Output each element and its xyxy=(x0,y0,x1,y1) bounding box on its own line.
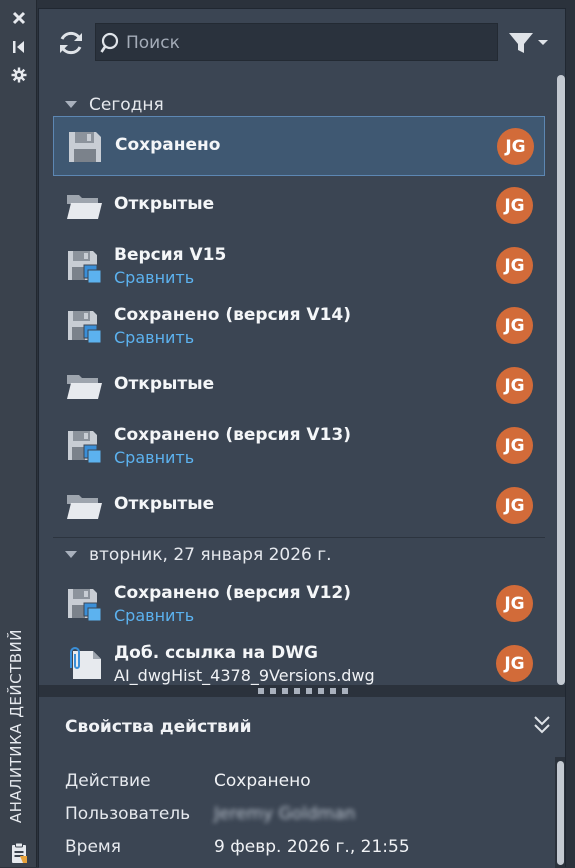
item-title: Версия V15 xyxy=(114,245,227,265)
avatar[interactable]: JG xyxy=(496,187,533,224)
item-title: Доб. ссылка на DWG xyxy=(114,643,318,663)
list-item[interactable]: Доб. ссылка на DWG AI_dwgHist_4378_9Vers… xyxy=(53,634,545,685)
folder-open-icon xyxy=(67,195,102,219)
group-label: Сегодня xyxy=(89,95,164,115)
property-label-action: Действие xyxy=(65,771,151,791)
avatar[interactable]: JG xyxy=(496,307,533,344)
search-box[interactable] xyxy=(95,23,498,61)
list-item[interactable]: Версия V15 Сравнить JG xyxy=(53,236,545,296)
palette-side-strip: АНАЛИТИКА ДЕЙСТВИЙ xyxy=(0,0,37,867)
item-title: Открытые xyxy=(114,374,215,394)
panel-splitter[interactable] xyxy=(39,685,565,697)
avatar[interactable]: JG xyxy=(496,645,533,682)
activity-list: Сегодня Сохранено JG Открытые JG Версия … xyxy=(39,75,557,685)
list-item[interactable]: Сохранено (версия V12) Сравнить JG xyxy=(53,574,545,634)
save-icon xyxy=(69,132,101,162)
item-title: Сохранено (версия V14) xyxy=(114,305,352,325)
compare-link[interactable]: Сравнить xyxy=(114,328,194,347)
search-input[interactable] xyxy=(124,28,488,58)
activity-insights-panel: Сегодня Сохранено JG Открытые JG xyxy=(38,8,566,868)
item-title: Сохранено (версия V12) xyxy=(114,583,352,603)
attach-dwg-icon xyxy=(70,647,101,679)
list-item[interactable]: Открытые JG xyxy=(53,356,545,416)
filter-icon[interactable] xyxy=(507,31,551,55)
search-icon xyxy=(100,32,119,53)
list-item[interactable]: Открытые JG xyxy=(53,476,545,536)
refresh-icon[interactable] xyxy=(56,28,86,58)
list-item[interactable]: Сохранено (версия V14) Сравнить JG xyxy=(53,296,545,356)
avatar[interactable]: JG xyxy=(496,487,533,524)
collapse-icon[interactable] xyxy=(10,38,28,56)
group-separator xyxy=(53,537,545,538)
item-title: Сохранено xyxy=(115,135,221,155)
list-item[interactable]: Открытые JG xyxy=(53,176,545,236)
property-value-user: Jeremy Goldman xyxy=(214,804,356,824)
item-title: Открытые xyxy=(114,194,215,214)
folder-open-icon xyxy=(67,375,102,399)
folder-open-icon xyxy=(67,495,102,519)
property-value-time: 9 февр. 2026 г., 21:55 xyxy=(214,837,410,857)
grip-icon[interactable] xyxy=(258,688,348,694)
list-item[interactable]: Сохранено JG xyxy=(53,116,545,176)
save-version-icon xyxy=(68,251,102,284)
compare-link[interactable]: Сравнить xyxy=(114,448,194,467)
palette-title: АНАЛИТИКА ДЕЙСТВИЙ xyxy=(7,628,25,823)
avatar[interactable]: JG xyxy=(496,367,533,404)
property-label-time: Время xyxy=(65,837,121,857)
avatar[interactable]: JG xyxy=(496,427,533,464)
item-title: Сохранено (версия V13) xyxy=(114,425,352,445)
avatar[interactable]: JG xyxy=(497,128,534,165)
chevron-down-icon[interactable] xyxy=(65,101,77,109)
properties-body: Действие Сохранено Пользователь Jeremy G… xyxy=(39,757,565,868)
property-label-user: Пользователь xyxy=(65,804,191,824)
clipboard-icon[interactable] xyxy=(10,842,28,864)
item-file-name: AI_dwgHist_4378_9Versions.dwg xyxy=(114,666,375,685)
properties-scrollbar-thumb[interactable] xyxy=(557,761,564,865)
save-version-icon xyxy=(68,311,102,344)
double-chevron-down-icon[interactable] xyxy=(532,714,552,736)
property-value-action: Сохранено xyxy=(214,771,311,791)
item-title: Открытые xyxy=(114,494,215,514)
avatar[interactable]: JG xyxy=(496,585,533,622)
group-label: вторник, 27 января 2026 г. xyxy=(89,545,332,565)
chevron-down-icon[interactable] xyxy=(65,551,77,559)
group-header-date[interactable]: вторник, 27 января 2026 г. xyxy=(39,537,557,569)
save-version-icon xyxy=(68,589,102,622)
properties-title: Свойства действий xyxy=(65,717,252,737)
avatar[interactable]: JG xyxy=(496,247,533,284)
compare-link[interactable]: Сравнить xyxy=(114,268,194,287)
close-icon[interactable] xyxy=(10,9,28,27)
properties-header[interactable]: Свойства действий xyxy=(39,697,565,758)
compare-link[interactable]: Сравнить xyxy=(114,606,194,625)
list-scrollbar-thumb[interactable] xyxy=(557,75,565,685)
toolbar xyxy=(39,9,565,75)
settings-icon[interactable] xyxy=(10,66,28,84)
save-version-icon xyxy=(68,431,102,464)
list-item[interactable]: Сохранено (версия V13) Сравнить JG xyxy=(53,416,545,476)
